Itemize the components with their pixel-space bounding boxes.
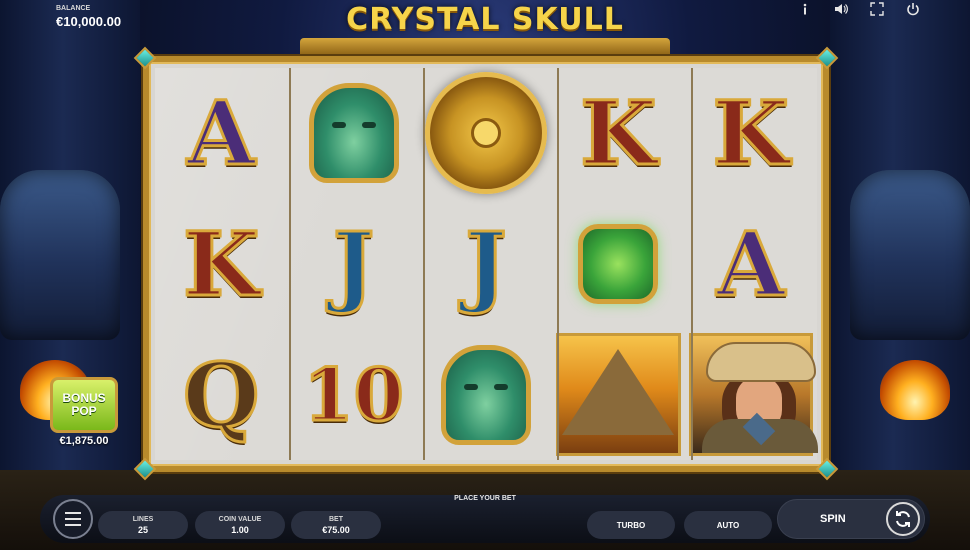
balance-value: €10,000.00 — [56, 14, 122, 29]
lines-selector[interactable]: LINES 25 — [98, 511, 188, 539]
balance-display: BALANCE €10,000.00 — [56, 5, 121, 29]
symbol-q: Q — [155, 329, 287, 460]
balance-label: BALANCE — [56, 5, 91, 12]
auto-label: AUTO — [716, 520, 740, 530]
symbol-letter: Q — [181, 342, 261, 447]
symbol-letter: A — [715, 211, 786, 316]
coin-value-value: 1.00 — [231, 524, 249, 535]
menu-button[interactable] — [53, 499, 93, 539]
hamburger-icon — [65, 512, 81, 514]
left-statue — [0, 170, 120, 340]
bonus-pop-amount: €1,875.00 — [59, 435, 109, 447]
symbol-letter: 10 — [302, 351, 405, 437]
explorer-icon — [688, 333, 818, 456]
lines-label: LINES — [132, 515, 154, 523]
info-icon[interactable] — [798, 2, 812, 16]
symbol-letter: K — [711, 81, 791, 186]
sun-stone-icon — [424, 72, 547, 195]
symbol-j: J — [287, 199, 419, 330]
coin-value-selector[interactable]: COIN VALUE 1.00 — [195, 511, 285, 539]
symbol-sun-stone — [420, 68, 552, 199]
right-statue — [850, 170, 970, 340]
turbo-label: TURBO — [616, 520, 646, 530]
reel-frame: A K K K J J A Q 10 — [143, 56, 829, 472]
spin-button[interactable]: SPIN — [777, 499, 925, 539]
frame-top-ornament — [300, 38, 670, 56]
symbol-a: A — [155, 68, 287, 199]
sound-icon[interactable] — [834, 2, 848, 16]
bonus-pop-badge: BONUS POP — [50, 377, 118, 433]
coin-value-label: COIN VALUE — [218, 515, 262, 523]
symbol-explorer — [685, 329, 818, 460]
bet-value: €75.00 — [322, 524, 350, 535]
symbol-letter: J — [331, 211, 376, 316]
bonus-pop-line2: POP — [71, 404, 97, 418]
right-torch-flame — [880, 360, 950, 420]
symbol-aztec-mask — [287, 68, 419, 199]
lines-value: 25 — [137, 524, 148, 535]
power-icon[interactable] — [906, 2, 920, 16]
symbol-j: J — [420, 199, 552, 330]
symbol-aztec-mask — [420, 329, 552, 460]
symbol-10: 10 — [287, 329, 419, 460]
symbol-letter: K — [181, 211, 261, 316]
top-toolbar — [798, 2, 920, 16]
bonus-pop-jackpot: BONUS POP €1,875.00 — [48, 377, 120, 449]
pyramid-icon — [556, 333, 681, 456]
symbol-a: A — [685, 199, 817, 330]
symbol-k: K — [155, 199, 287, 330]
aztec-mask-icon — [440, 344, 531, 445]
symbol-letter: J — [464, 211, 509, 316]
turbo-button[interactable]: TURBO — [587, 511, 675, 539]
symbol-letter: A — [186, 81, 257, 186]
fullscreen-icon[interactable] — [870, 2, 884, 16]
symbol-pyramid — [552, 329, 684, 460]
bet-label: BET — [329, 515, 343, 523]
symbol-snake — [552, 199, 684, 330]
reel-grid: A K K K J J A Q 10 — [155, 68, 818, 460]
spin-label: SPIN — [820, 513, 846, 525]
symbol-k: K — [552, 68, 684, 199]
aztec-mask-icon — [308, 83, 399, 184]
symbol-k: K — [685, 68, 817, 199]
spin-arrows-icon[interactable] — [886, 502, 920, 536]
symbol-letter: K — [579, 81, 659, 186]
snake-icon — [578, 223, 659, 304]
auto-button[interactable]: AUTO — [684, 511, 772, 539]
bet-selector[interactable]: BET €75.00 — [291, 511, 381, 539]
